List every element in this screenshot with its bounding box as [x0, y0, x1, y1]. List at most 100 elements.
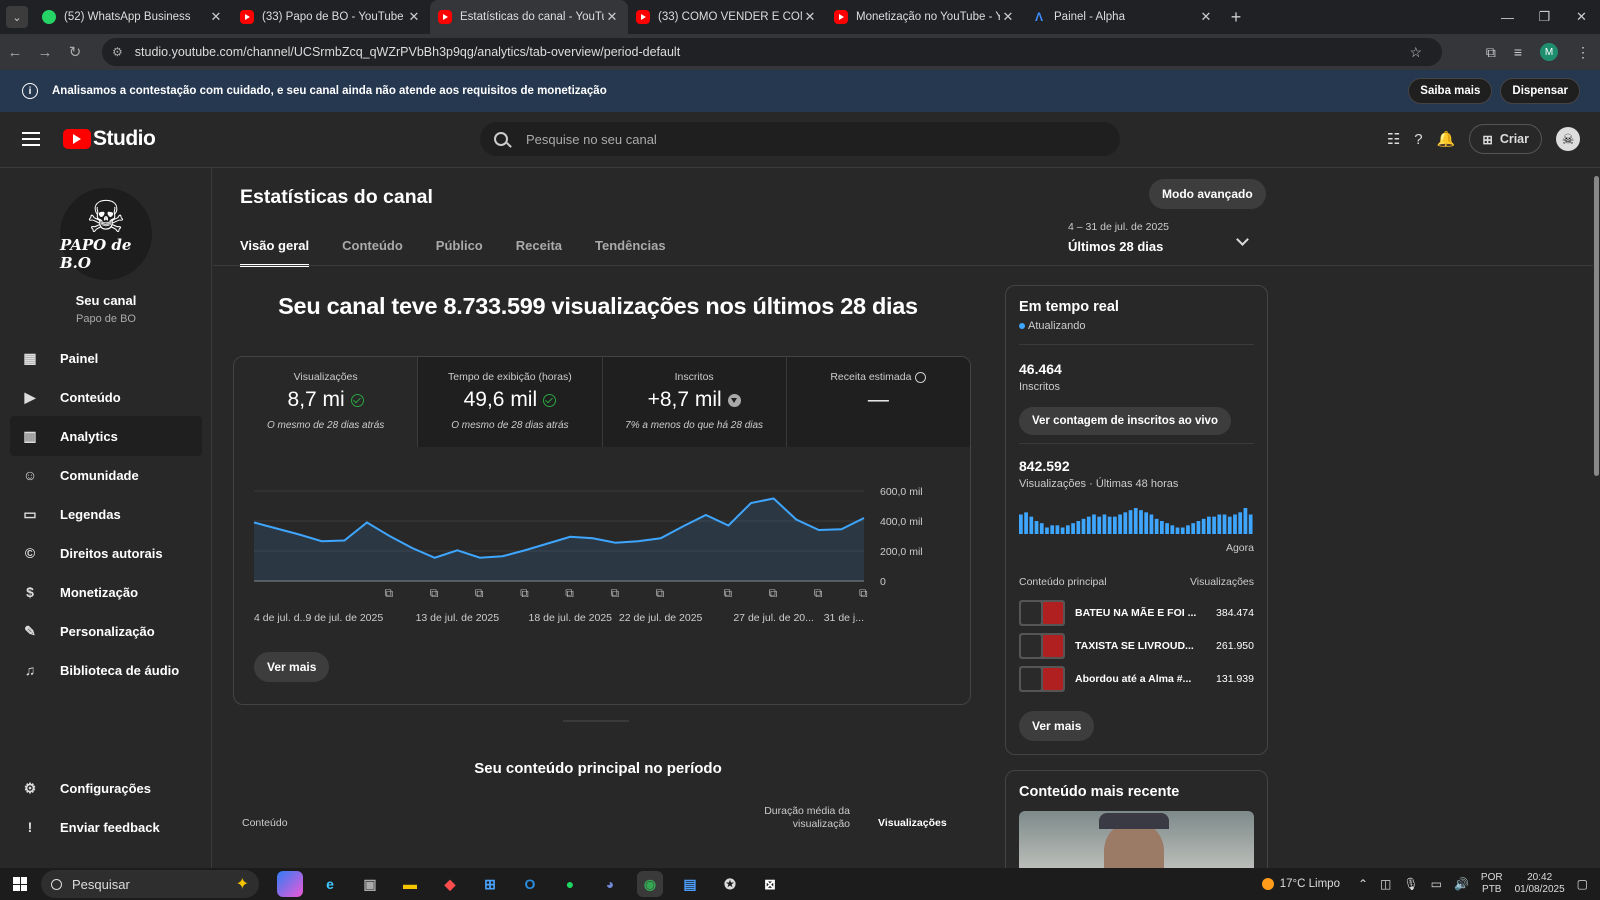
- file-explorer-icon[interactable]: ▬: [397, 871, 423, 897]
- network-icon[interactable]: ▭: [1431, 877, 1442, 891]
- advanced-mode-button[interactable]: Modo avançado: [1149, 179, 1266, 209]
- close-tab-icon[interactable]: ✕: [208, 9, 224, 25]
- hamburger-menu-icon[interactable]: [22, 132, 40, 146]
- language-indicator[interactable]: POR PTB: [1481, 872, 1503, 896]
- channel-search-input[interactable]: Pesquise no seu canal: [480, 122, 1120, 156]
- back-icon[interactable]: ←: [0, 44, 30, 61]
- camera-icon[interactable]: ◫: [1380, 877, 1391, 891]
- browser-tab-alpha[interactable]: Λ Painel - Alpha ✕: [1024, 0, 1222, 34]
- sidebar-item-comunidade[interactable]: ☺ Comunidade: [10, 455, 202, 495]
- tab-receita[interactable]: Receita: [516, 238, 562, 267]
- metric-revenue[interactable]: Receita estimada —: [786, 357, 970, 447]
- url-field[interactable]: ⚙ studio.youtube.com/channel/UCSrmbZcq_q…: [102, 38, 1442, 66]
- browser-tab-whatsapp[interactable]: (52) WhatsApp Business ✕: [34, 0, 232, 34]
- edge-icon[interactable]: e: [317, 871, 343, 897]
- realtime-see-more-button[interactable]: Ver mais: [1019, 711, 1095, 741]
- see-more-button[interactable]: Ver mais: [254, 652, 330, 682]
- restore-icon[interactable]: ❐: [1526, 0, 1563, 34]
- calculator-icon[interactable]: ▤: [677, 871, 703, 897]
- period-selector[interactable]: 4 – 31 de jul. de 2025 Últimos 28 dias: [1068, 221, 1249, 254]
- help-icon[interactable]: ?: [1414, 131, 1422, 148]
- realtime-bar: [1212, 516, 1216, 534]
- sidebar-item-painel[interactable]: ▦ Painel: [10, 338, 202, 378]
- forward-icon[interactable]: →: [30, 44, 60, 61]
- menu-dots-icon[interactable]: ⋮: [1576, 44, 1590, 61]
- feedback-messages-icon[interactable]: ☷: [1387, 130, 1400, 148]
- close-tab-icon[interactable]: ✕: [1198, 9, 1214, 25]
- tab-conteudo[interactable]: Conteúdo: [342, 238, 403, 267]
- notifications-bell-icon[interactable]: 🔔: [1437, 130, 1456, 148]
- show-hidden-icons-chevron-icon[interactable]: ⌃: [1358, 877, 1368, 891]
- notifications-icon[interactable]: ▢: [1577, 877, 1588, 891]
- metric-views[interactable]: Visualizações 8,7 mi O mesmo de 28 dias …: [234, 357, 419, 447]
- create-button[interactable]: ⊞ Criar: [1469, 124, 1542, 154]
- scrollbar-thumb[interactable]: [1594, 176, 1599, 476]
- extensions-icon[interactable]: ⧉: [1486, 44, 1496, 61]
- browser-tab-como-vender[interactable]: (33) COMO VENDER E COMPRA✕: [628, 0, 826, 34]
- x-tick-label: 4 de jul. d...: [254, 612, 308, 624]
- column-header-avg-duration[interactable]: Duração média da visualização: [753, 805, 850, 831]
- column-header-views[interactable]: Visualizações: [878, 817, 947, 829]
- weather-widget[interactable]: 17°C Limpo: [1261, 878, 1340, 890]
- bookmark-star-icon[interactable]: ☆: [1409, 44, 1422, 61]
- browser-tab-monetizacao[interactable]: Monetização no YouTube - You ✕: [826, 0, 1024, 34]
- volume-icon[interactable]: 🔊: [1454, 877, 1469, 891]
- dismiss-button[interactable]: Dispensar: [1500, 78, 1580, 104]
- spotify-icon[interactable]: ●: [557, 871, 583, 897]
- realtime-content-row[interactable]: BATEU NA MÃE E FOI ... 384.474: [1019, 599, 1254, 627]
- capcut-icon[interactable]: ⊠: [757, 871, 783, 897]
- discord-icon[interactable]: ◕: [597, 871, 623, 897]
- tab-search-button[interactable]: ⌄: [6, 6, 28, 28]
- browser-tab-papo-de-bo[interactable]: (33) Papo de BO - YouTube ✕: [232, 0, 430, 34]
- sidebar-item-biblioteca-de-audio[interactable]: ♫ Biblioteca de áudio: [10, 650, 202, 690]
- sidebar-item-analytics[interactable]: ▥ Analytics: [10, 416, 202, 456]
- profile-avatar[interactable]: M: [1540, 43, 1558, 61]
- chrome-icon[interactable]: ◉: [637, 871, 663, 897]
- clock[interactable]: 20:42 01/08/2025: [1515, 872, 1565, 896]
- sidebar-item-direitos-autorais[interactable]: © Direitos autorais: [10, 533, 202, 573]
- close-tab-icon[interactable]: ✕: [1000, 9, 1016, 25]
- sidebar-item-configuracoes[interactable]: ⚙ Configurações: [10, 768, 202, 808]
- sidebar-item-conteudo[interactable]: ▶ Conteúdo: [10, 377, 202, 417]
- close-tab-icon[interactable]: ✕: [604, 9, 620, 25]
- tab-visao-geral[interactable]: Visão geral: [240, 238, 310, 267]
- realtime-bar: [1092, 514, 1096, 534]
- site-info-icon[interactable]: ⚙: [112, 45, 123, 59]
- close-window-icon[interactable]: ✕: [1563, 0, 1600, 34]
- tab-publico[interactable]: Público: [436, 238, 483, 267]
- realtime-content-row[interactable]: Abordou até a Alma #... 131.939: [1019, 665, 1254, 693]
- store-bag-icon[interactable]: ▣: [357, 871, 383, 897]
- account-avatar[interactable]: ☠: [1556, 127, 1580, 151]
- anydesk-icon[interactable]: ◆: [437, 871, 463, 897]
- channel-avatar[interactable]: ☠ PAPO de B.O: [60, 188, 152, 280]
- clock-date: 01/08/2025: [1514, 884, 1565, 895]
- microsoft-store-icon[interactable]: ⊞: [477, 871, 503, 897]
- sidebar-item-monetizacao[interactable]: $ Monetização: [10, 572, 202, 612]
- realtime-content-row[interactable]: TAXISTA SE LIVROUD... 261.950: [1019, 632, 1254, 660]
- minimize-icon[interactable]: —: [1489, 0, 1526, 34]
- windows-start-icon[interactable]: [13, 877, 27, 891]
- realtime-bar-chart[interactable]: [1019, 508, 1254, 534]
- game-controller-icon[interactable]: ✪: [717, 871, 743, 897]
- studio-logo[interactable]: Studio: [63, 127, 156, 151]
- outlook-icon[interactable]: O: [517, 871, 543, 897]
- microphone-icon[interactable]: 🎙: [1403, 877, 1418, 891]
- metric-watch-time[interactable]: Tempo de exibição (horas) 49,6 mil O mes…: [418, 357, 603, 447]
- learn-more-button[interactable]: Saiba mais: [1408, 78, 1493, 104]
- page-scrollbar[interactable]: [1593, 168, 1600, 868]
- tab-tendencias[interactable]: Tendências: [595, 238, 666, 267]
- browser-tab-estatisticas[interactable]: Estatísticas do canal - YouTube✕: [430, 0, 628, 34]
- sidebar-item-enviar-feedback[interactable]: ! Enviar feedback: [10, 807, 202, 847]
- latest-video-thumbnail[interactable]: [1019, 811, 1254, 868]
- new-tab-button[interactable]: +: [1222, 7, 1250, 28]
- reload-icon[interactable]: ↻: [60, 43, 90, 61]
- live-subscriber-count-button[interactable]: Ver contagem de inscritos ao vivo: [1019, 407, 1231, 435]
- sidebar-item-personalizacao[interactable]: ✎ Personalização: [10, 611, 202, 651]
- taskbar-search[interactable]: Pesquisar ✦: [41, 870, 259, 898]
- close-tab-icon[interactable]: ✕: [406, 9, 422, 25]
- sidebar-item-legendas[interactable]: ▭ Legendas: [10, 494, 202, 534]
- metric-subscribers[interactable]: Inscritos +8,7 mil 7% a menos do que há …: [602, 357, 787, 447]
- close-tab-icon[interactable]: ✕: [802, 9, 818, 25]
- copilot-icon[interactable]: [277, 871, 303, 897]
- media-icon[interactable]: ≡: [1514, 44, 1522, 60]
